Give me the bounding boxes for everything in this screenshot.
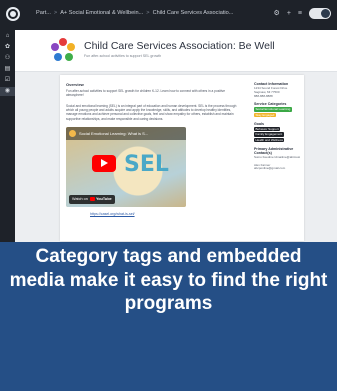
categories-heading: Service Categories <box>254 102 287 107</box>
video-link[interactable]: https://casel.org/what-is-sel/ <box>90 212 135 216</box>
youtube-icon <box>89 196 95 201</box>
users-icon[interactable]: ⚇ <box>0 54 15 63</box>
admin-contact-email[interactable]: abcponline@gmail.com <box>254 167 302 171</box>
breadcrumb-separator: > <box>146 10 150 16</box>
channel-avatar[interactable] <box>69 130 76 137</box>
video-title[interactable]: Social Emotional Learning: What is S... <box>79 131 148 136</box>
watch-on-youtube-button[interactable]: Watch on YouTube <box>69 195 115 204</box>
goal-tag[interactable]: Family Engagement <box>254 132 284 137</box>
top-bar: Part... > A+ Social Emotional & Wellbein..… <box>0 0 337 30</box>
overview-description: Social and emotional learning (SEL) is a… <box>66 104 237 121</box>
breadcrumb-item-current: Child Care Services Associatio... <box>152 10 234 16</box>
document-icon[interactable]: ▤ <box>0 65 15 74</box>
app-logo[interactable] <box>6 7 20 21</box>
theme-toggle[interactable] <box>309 8 331 19</box>
promo-caption: Category tags and embedded media make it… <box>9 246 328 314</box>
details-panel: Contact Information 1234 Sound Forest Dr… <box>254 82 302 171</box>
admin-contact-line: Sumo Feedme Idmailme@abimusi <box>254 154 301 159</box>
program-header: Child Care Services Association: Be Well… <box>15 30 337 72</box>
category-tag[interactable]: Social Emotional Learning <box>254 107 292 112</box>
page-subtitle: Fun after-school activities to support S… <box>84 54 162 58</box>
youtube-label: YouTube <box>95 197 112 201</box>
top-actions: ⚙ + ≡ <box>274 8 331 19</box>
admin-contact-heading: Primary Administrative Contact(s) <box>254 146 294 155</box>
page-title: Child Care Services Association: Be Well <box>84 40 275 52</box>
sidebar: ⌂ ✿ ⚇ ▤ ☑ ◉ <box>0 30 15 242</box>
watch-prefix: Watch on <box>72 197 88 201</box>
goals-heading: Goals <box>254 121 264 126</box>
goal-tag[interactable]: Health and Wellness <box>254 137 285 143</box>
breadcrumb-item-category[interactable]: A+ Social Emotional & Wellbein... <box>60 10 143 16</box>
breadcrumb-separator: > <box>53 10 58 16</box>
category-tag[interactable]: Stay Engaged <box>254 112 276 118</box>
settings-icon[interactable]: ✿ <box>0 43 15 52</box>
overview-heading: Overview <box>66 82 84 87</box>
organization-logo <box>51 38 75 62</box>
plus-icon[interactable]: + <box>287 10 291 17</box>
goal-tag[interactable]: Behavior Support <box>254 126 281 132</box>
embedded-video[interactable]: SEL Social Emotional Learning: What is S… <box>66 127 186 207</box>
gear-icon[interactable]: ⚙ <box>274 10 280 17</box>
video-thumbnail-text: SEL <box>124 152 169 177</box>
breadcrumb-item-partners[interactable]: Part... <box>36 10 51 16</box>
app-window: Part... > A+ Social Emotional & Wellbein..… <box>0 0 337 242</box>
home-icon[interactable]: ⌂ <box>0 32 15 41</box>
menu-icon[interactable]: ≡ <box>298 10 302 17</box>
globe-icon[interactable]: ◉ <box>0 87 15 96</box>
breadcrumb: Part... > A+ Social Emotional & Wellbein..… <box>36 10 233 16</box>
play-button[interactable] <box>92 155 116 172</box>
program-detail-card: Overview Fun after-school activities to … <box>60 75 304 241</box>
checkbox-icon[interactable]: ☑ <box>0 76 15 85</box>
overview-summary: Fun after-school activities to support S… <box>66 89 225 98</box>
